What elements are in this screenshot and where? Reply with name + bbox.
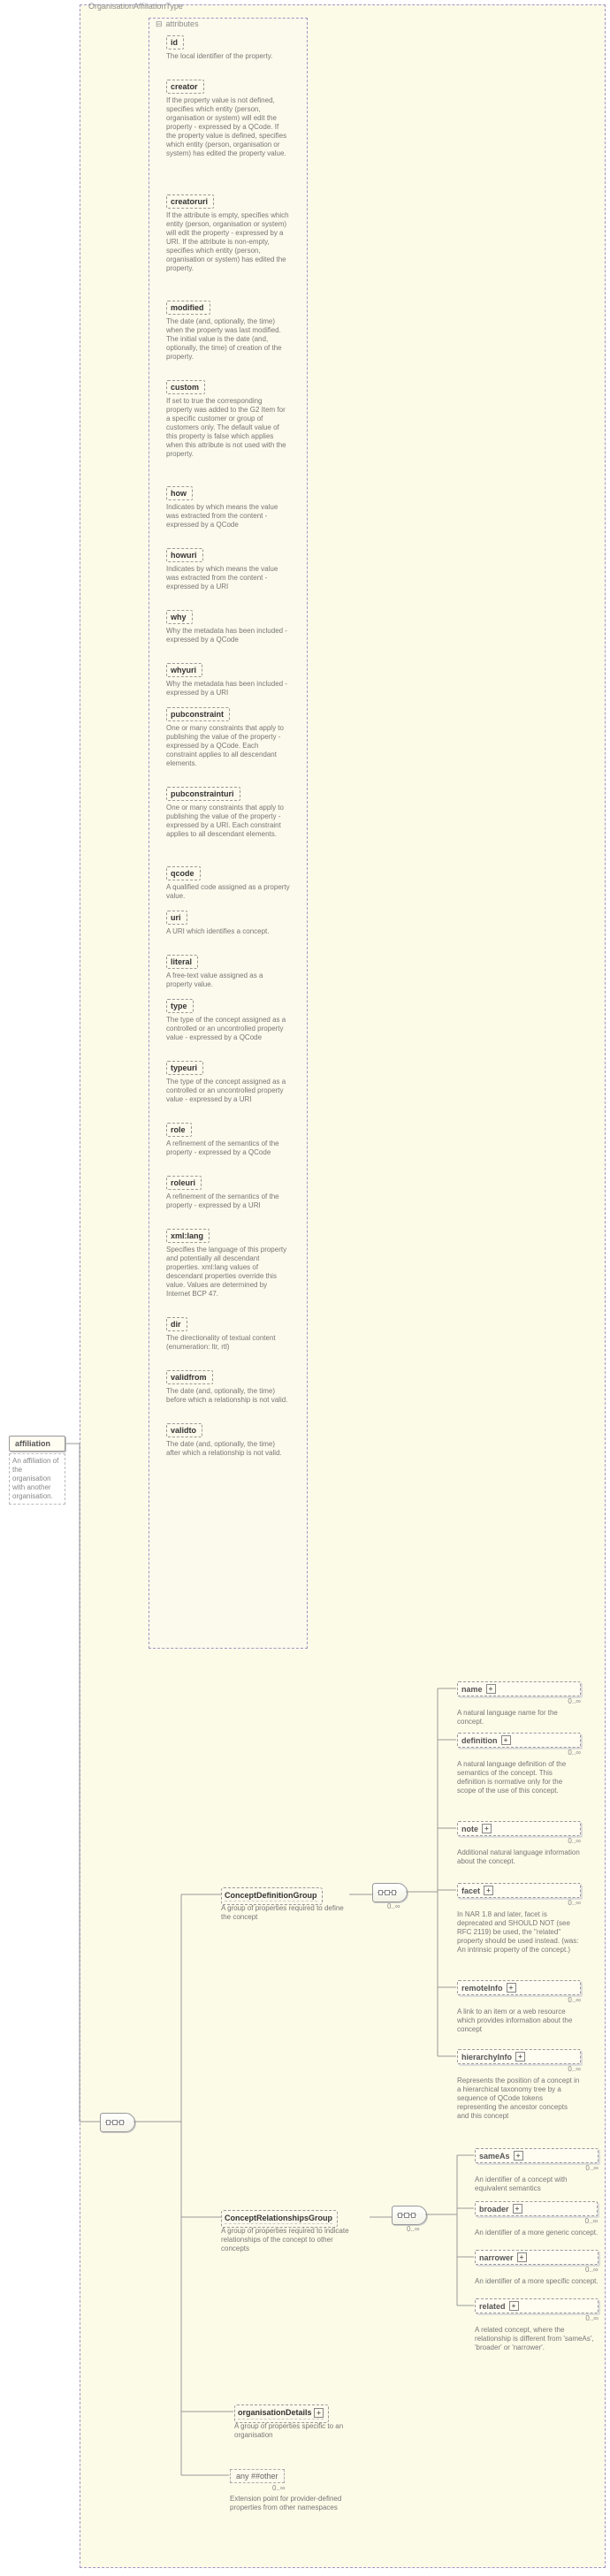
- attr-xml-lang: xml:lang Specifies the language of this p…: [166, 1229, 294, 1299]
- attr-dir: dir The directionality of textual content…: [166, 1317, 294, 1352]
- attr-name: modified: [166, 301, 210, 315]
- sequence-node-rel: [392, 2206, 427, 2225]
- any-other-desc: Extension point for provider-defined pro…: [230, 2495, 362, 2512]
- leaf-note[interactable]: note+ 0..∞ Additional natural language i…: [457, 1821, 581, 1866]
- attr-literal: literal A free-text value assigned as a p…: [166, 955, 294, 989]
- group-concept-relationships[interactable]: ConceptRelationshipsGroup: [221, 2210, 338, 2228]
- attr-name: qcode: [166, 866, 201, 880]
- group-concept-relationships-desc: A group of properties required to indica…: [221, 2227, 354, 2253]
- attr-name: id: [166, 35, 184, 50]
- attr-desc: Specifies the language of this property …: [166, 1246, 290, 1299]
- attr-why: why Why the metadata has been included - …: [166, 610, 294, 644]
- attr-how: how Indicates by which means the value wa…: [166, 486, 294, 530]
- leaf-related[interactable]: related+ 0..∞ A related concept, where t…: [475, 2298, 599, 2352]
- attr-desc: A URI which identifies a concept.: [166, 927, 290, 936]
- attributes-label: ⊟attributes: [156, 19, 199, 29]
- attr-name: creatoruri: [166, 194, 214, 209]
- attr-name: pubconstrainturi: [166, 787, 240, 801]
- attr-pubconstrainturi: pubconstrainturi One or many constraints …: [166, 787, 294, 839]
- attr-name: dir: [166, 1317, 187, 1331]
- attr-typeuri: typeuri The type of the concept assigned …: [166, 1061, 294, 1104]
- attr-name: why: [166, 610, 193, 624]
- attr-creator: creator If the property value is not defi…: [166, 80, 294, 158]
- attr-desc: The date (and, optionally, the time) aft…: [166, 1440, 290, 1458]
- attr-name: howuri: [166, 548, 203, 562]
- attr-name: validto: [166, 1423, 202, 1437]
- type-label: OrganisationAffiliationType: [88, 2, 183, 11]
- leaf-hierarchyinfo[interactable]: hierarchyInfo+ 0..∞ Represents the posit…: [457, 2049, 581, 2121]
- attr-desc: Indicates by which means the value was e…: [166, 503, 290, 530]
- attr-name: how: [166, 486, 193, 500]
- group-concept-definition-desc: A group of properties required to define…: [221, 1904, 345, 1922]
- sequence-node-def: [372, 1883, 408, 1902]
- sequence-node-main: [100, 2113, 135, 2132]
- attr-desc: Why the metadata has been included - exp…: [166, 627, 290, 644]
- attr-desc: The type of the concept assigned as a co…: [166, 1078, 290, 1104]
- group-organisation-details-desc: A group of properties specific to an org…: [234, 2422, 367, 2440]
- attr-uri: uri A URI which identifies a concept.: [166, 911, 294, 936]
- leaf-remoteinfo[interactable]: remoteInfo+ 0..∞ A link to an item or a …: [457, 1980, 581, 2034]
- root-desc: An affiliation of the organisation with …: [9, 1453, 65, 1505]
- attr-name: type: [166, 999, 194, 1013]
- attr-name: roleuri: [166, 1176, 202, 1190]
- any-other-box: any ##other: [230, 2469, 285, 2483]
- root-label: affiliation: [9, 1436, 65, 1452]
- leaf-sameas[interactable]: sameAs+ 0..∞ An identifier of a concept …: [475, 2148, 599, 2193]
- attr-name: validfrom: [166, 1370, 213, 1384]
- attr-desc: A free-text value assigned as a property…: [166, 972, 290, 989]
- attr-pubconstraint: pubconstraint One or many constraints tha…: [166, 707, 294, 768]
- attr-name: custom: [166, 380, 205, 394]
- attr-creatoruri: creatoruri If the attribute is empty, spe…: [166, 194, 294, 273]
- attr-name: typeuri: [166, 1061, 203, 1075]
- leaf-broader[interactable]: broader+ 0..∞ An identifier of a more ge…: [475, 2201, 598, 2237]
- attr-desc: The date (and, optionally, the time) bef…: [166, 1387, 290, 1405]
- attr-desc: If the attribute is empty, specifies whi…: [166, 211, 290, 273]
- attr-name: whyuri: [166, 663, 202, 677]
- attr-validto: validto The date (and, optionally, the ti…: [166, 1423, 294, 1458]
- group-concept-definition[interactable]: ConceptDefinitionGroup: [221, 1887, 323, 1905]
- attr-desc: The local identifier of the property.: [166, 52, 290, 61]
- attr-name: xml:lang: [166, 1229, 210, 1243]
- attr-name: uri: [166, 911, 187, 925]
- attr-validfrom: validfrom The date (and, optionally, the …: [166, 1370, 294, 1405]
- leaf-name[interactable]: name+ 0..∞ A natural language name for t…: [457, 1681, 581, 1726]
- leaf-facet[interactable]: facet+ 0..∞ In NAR 1.8 and later, facet …: [457, 1883, 581, 1955]
- attr-desc: If set to true the corresponding propert…: [166, 397, 290, 459]
- attr-desc: A refinement of the semantics of the pro…: [166, 1139, 290, 1157]
- attr-role: role A refinement of the semantics of the…: [166, 1123, 294, 1157]
- attr-id: id The local identifier of the property.: [166, 35, 294, 61]
- attr-name: pubconstraint: [166, 707, 230, 721]
- attr-desc: A qualified code assigned as a property …: [166, 883, 290, 901]
- attr-desc: The directionality of textual content (e…: [166, 1334, 290, 1352]
- attr-desc: One or many constraints that apply to pu…: [166, 804, 290, 839]
- group-organisation-details[interactable]: organisationDetails +: [234, 2405, 329, 2423]
- attr-roleuri: roleuri A refinement of the semantics of …: [166, 1176, 294, 1210]
- attr-desc: One or many constraints that apply to pu…: [166, 724, 290, 768]
- attr-name: literal: [166, 955, 198, 969]
- leaf-narrower[interactable]: narrower+ 0..∞ An identifier of a more s…: [475, 2250, 599, 2286]
- attr-whyuri: whyuri Why the metadata has been included…: [166, 663, 294, 697]
- attr-name: role: [166, 1123, 192, 1137]
- attr-howuri: howuri Indicates by which means the value…: [166, 548, 294, 591]
- attr-desc: If the property value is not defined, sp…: [166, 96, 290, 158]
- attr-qcode: qcode A qualified code assigned as a prop…: [166, 866, 294, 901]
- attr-modified: modified The date (and, optionally, the t…: [166, 301, 294, 362]
- leaf-definition[interactable]: definition+ 0..∞ A natural language defi…: [457, 1733, 581, 1795]
- attr-desc: A refinement of the semantics of the pro…: [166, 1193, 290, 1210]
- attr-desc: The type of the concept assigned as a co…: [166, 1016, 290, 1042]
- root-affiliation[interactable]: affiliation An affiliation of the organi…: [9, 1436, 65, 1505]
- attr-custom: custom If set to true the corresponding p…: [166, 380, 294, 459]
- attr-desc: Why the metadata has been included - exp…: [166, 680, 290, 697]
- attr-desc: Indicates by which means the value was e…: [166, 565, 290, 591]
- attr-desc: The date (and, optionally, the time) whe…: [166, 317, 290, 362]
- attr-name: creator: [166, 80, 204, 94]
- attr-type: type The type of the concept assigned as …: [166, 999, 294, 1042]
